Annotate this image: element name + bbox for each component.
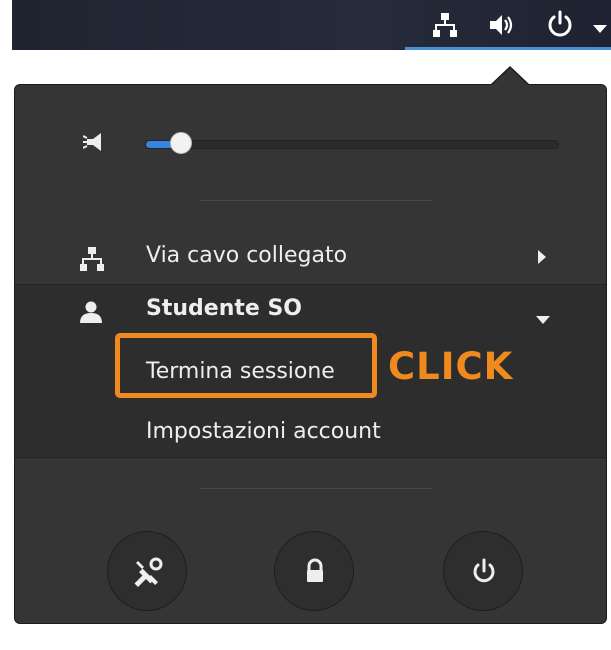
dropdown-arrow-icon	[592, 19, 608, 38]
click-highlight-box	[115, 333, 377, 398]
top-bar	[12, 0, 611, 50]
network-wired-icon	[79, 246, 105, 276]
system-menu-active-indicator	[405, 47, 611, 50]
volume-slider-handle[interactable]	[170, 132, 192, 154]
user-menu-header[interactable]: Studente SO	[15, 285, 606, 337]
settings-button[interactable]	[107, 531, 187, 611]
click-annotation-label: CLICK	[388, 345, 514, 388]
volume-row	[82, 125, 563, 159]
network-item[interactable]: Via cavo collegato	[15, 232, 606, 284]
chevron-right-icon	[537, 249, 547, 269]
volume-slider[interactable]	[145, 140, 559, 149]
power-icon	[473, 558, 495, 583]
user-name: Studente SO	[146, 296, 302, 321]
network-wired-icon	[433, 12, 457, 42]
volume-icon	[488, 13, 516, 41]
popover-arrow	[492, 68, 528, 85]
power-off-button[interactable]	[443, 531, 523, 611]
chevron-down-icon	[535, 310, 551, 329]
user-icon	[79, 301, 103, 327]
network-label: Via cavo collegato	[146, 243, 348, 268]
lock-icon	[307, 558, 323, 582]
separator	[200, 488, 432, 489]
power-icon	[546, 10, 574, 42]
system-menu-button[interactable]	[405, 0, 611, 50]
speaker-muted-icon	[82, 130, 111, 158]
lock-button[interactable]	[274, 531, 354, 611]
settings-tools-icon	[134, 557, 163, 588]
separator	[200, 200, 432, 201]
account-settings-item[interactable]: Impostazioni account	[146, 419, 381, 444]
